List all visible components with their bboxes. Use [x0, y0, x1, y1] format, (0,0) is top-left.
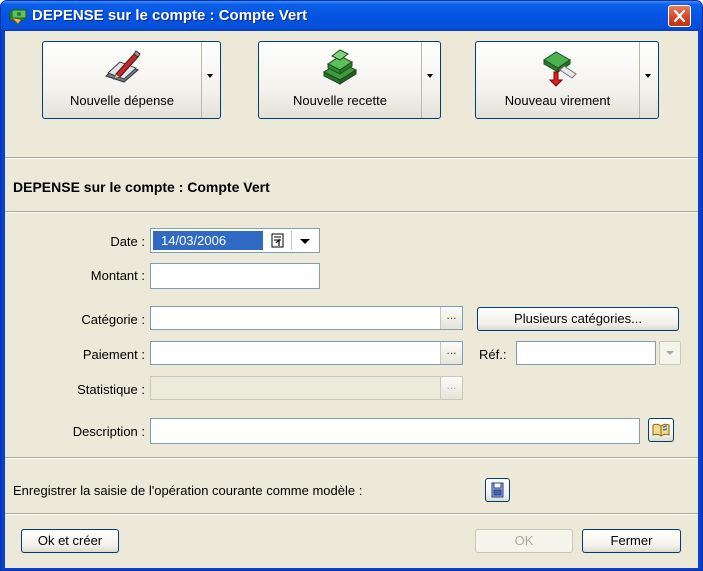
- ref-label: Réf.:: [479, 347, 507, 362]
- amount-field[interactable]: [150, 263, 320, 289]
- statistic-browse-button: ...: [440, 377, 462, 399]
- dropdown-arrow-icon: [207, 74, 213, 78]
- amount-label: Montant :: [90, 268, 145, 283]
- section-title: DEPENSE sur le compte : Compte Vert: [13, 179, 270, 195]
- money-transfer-icon: [542, 51, 577, 87]
- ok-button[interactable]: OK: [475, 529, 573, 553]
- dialog-body: Nouvelle dépense Nouvelle recette Nouvea…: [5, 31, 698, 568]
- multiple-categories-button[interactable]: Plusieurs catégories...: [477, 307, 679, 331]
- date-label: Date :: [110, 234, 145, 249]
- new-transfer-main[interactable]: Nouveau virement: [476, 42, 640, 118]
- category-label: Catégorie :: [81, 312, 145, 327]
- date-dropdown-button[interactable]: [291, 231, 317, 250]
- close-icon: [673, 9, 686, 23]
- ref-dropdown-button[interactable]: [659, 341, 681, 365]
- toolbar: Nouvelle dépense Nouvelle recette Nouvea…: [5, 31, 698, 157]
- payment-browse-button[interactable]: ...: [440, 342, 462, 364]
- title-bar[interactable]: DEPENSE sur le compte : Compte Vert: [1, 1, 702, 31]
- new-income-label: Nouvelle recette: [293, 93, 387, 108]
- dialog-window: DEPENSE sur le compte : Compte Vert Nouv…: [0, 0, 703, 571]
- dropdown-arrow-icon: [645, 74, 651, 78]
- ref-field[interactable]: [516, 341, 656, 365]
- ok-create-button[interactable]: Ok et créer: [21, 529, 119, 553]
- new-income-dropdown[interactable]: [420, 42, 440, 118]
- save-template-icon: [491, 482, 504, 498]
- description-book-button[interactable]: [648, 418, 674, 442]
- save-template-label: Enregistrer la saisie de l'opération cou…: [13, 483, 363, 498]
- category-field[interactable]: ...: [150, 306, 463, 330]
- save-template-button[interactable]: [485, 478, 510, 502]
- window-title: DEPENSE sur le compte : Compte Vert: [32, 7, 308, 24]
- new-income-button[interactable]: Nouvelle recette: [258, 41, 441, 119]
- new-transfer-label: Nouveau virement: [504, 93, 611, 108]
- divider: [5, 514, 698, 515]
- payment-field[interactable]: ...: [150, 341, 463, 365]
- divider: [5, 212, 698, 213]
- new-expense-dropdown[interactable]: [200, 42, 220, 118]
- payment-label: Paiement :: [82, 347, 145, 362]
- calendar-icon: [271, 233, 284, 248]
- divider: [5, 458, 698, 459]
- new-expense-button[interactable]: Nouvelle dépense: [42, 41, 221, 119]
- money-stack-icon: [322, 49, 358, 85]
- close-dialog-button[interactable]: Fermer: [582, 529, 681, 553]
- statistic-label: Statistique :: [77, 382, 145, 397]
- date-picker[interactable]: 14/03/2006: [150, 228, 320, 253]
- calendar-button[interactable]: [267, 231, 289, 250]
- chevron-down-icon: [300, 239, 310, 244]
- statistic-field: ...: [150, 376, 463, 400]
- description-field[interactable]: [150, 418, 640, 444]
- description-label: Description :: [72, 424, 145, 439]
- chevron-down-icon: [666, 351, 674, 355]
- category-browse-button[interactable]: ...: [440, 307, 462, 329]
- pencil-notebook-icon: [105, 50, 141, 83]
- new-transfer-button[interactable]: Nouveau virement: [475, 41, 659, 119]
- divider: [5, 158, 698, 159]
- new-expense-main[interactable]: Nouvelle dépense: [43, 42, 202, 118]
- book-icon: [652, 423, 670, 437]
- new-income-main[interactable]: Nouvelle recette: [259, 42, 422, 118]
- date-value[interactable]: 14/03/2006: [153, 231, 263, 250]
- new-expense-label: Nouvelle dépense: [69, 93, 175, 108]
- dropdown-arrow-icon: [427, 74, 433, 78]
- close-button[interactable]: [668, 5, 691, 27]
- new-transfer-dropdown[interactable]: [638, 42, 658, 118]
- money-icon: [9, 9, 27, 25]
